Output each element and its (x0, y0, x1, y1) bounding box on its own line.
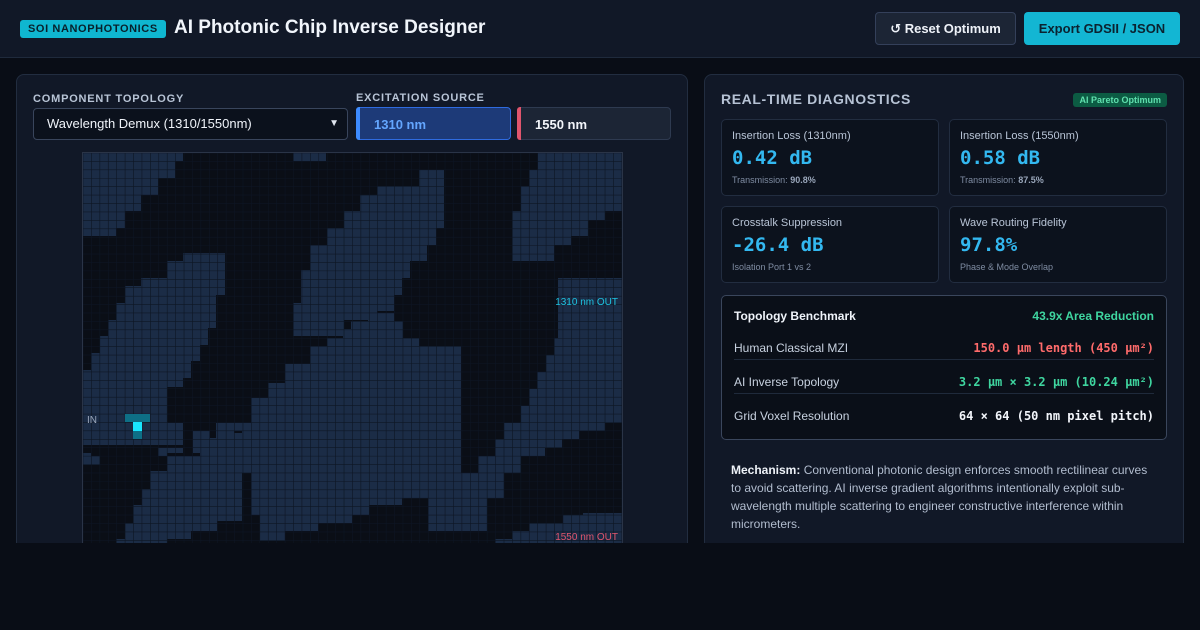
metric-sub: Transmission: 87.5% (960, 175, 1044, 185)
metric-value: -26.4 dB (732, 234, 824, 256)
metric-value: 97.8% (960, 234, 1018, 256)
topology-benchmark: Topology Benchmark 43.9x Area Reduction … (721, 295, 1167, 440)
source-1310-button[interactable]: 1310 nm (356, 107, 511, 140)
metric-label: Crosstalk Suppression (732, 217, 843, 229)
input-port-label: IN (87, 415, 97, 426)
benchmark-title: Topology Benchmark (734, 309, 856, 323)
design-panel: COMPONENT TOPOLOGY EXCITATION SOURCE Wav… (16, 74, 688, 564)
output-1550-port-label: 1550 nm OUT (555, 532, 618, 543)
metric-sub: Isolation Port 1 vs 2 (732, 262, 812, 272)
top-bar: SOI NANOPHOTONICS AI Photonic Chip Inver… (0, 0, 1200, 58)
metric-sub: Transmission: 90.8% (732, 175, 816, 185)
metric-value: 0.58 dB (960, 147, 1041, 169)
voxel-region (83, 253, 225, 445)
chevron-down-icon: ▼ (329, 118, 339, 129)
voxel-design-canvas[interactable]: IN 1310 nm OUT 1550 nm OUT (82, 152, 623, 563)
voxel-grid (83, 153, 622, 563)
topology-select-value: Wavelength Demux (1310/1550nm) (47, 116, 252, 131)
topology-label: COMPONENT TOPOLOGY (33, 93, 185, 105)
metric-label: Wave Routing Fidelity (960, 217, 1067, 229)
metric-value: 0.42 dB (732, 147, 813, 169)
mechanism-note: Mechanism: Conventional photonic design … (731, 463, 1148, 531)
benchmark-row: Grid Voxel Resolution 64 × 64 (50 nm pix… (734, 409, 1154, 423)
metric-label: Insertion Loss (1550nm) (960, 130, 1079, 142)
voxel-region (83, 153, 183, 236)
export-gdsii-json-button[interactable]: Export GDSII / JSON (1024, 12, 1180, 45)
topology-select[interactable]: Wavelength Demux (1310/1550nm) ▼ (33, 108, 348, 140)
metric-card-il-1310: Insertion Loss (1310nm) 0.42 dB Transmis… (721, 119, 939, 196)
metric-sub: Phase & Mode Overlap (960, 262, 1054, 272)
pareto-badge: AI Pareto Optimum (1073, 93, 1167, 107)
source-injection-point (133, 422, 142, 431)
voxel-region (512, 153, 622, 261)
brand-badge: SOI NANOPHOTONICS (20, 20, 166, 38)
reset-optimum-button[interactable]: ↺ Reset Optimum (875, 12, 1016, 45)
page-bottom (0, 543, 1200, 630)
diagnostics-title: REAL-TIME DIAGNOSTICS (721, 91, 911, 107)
diagnostics-panel: REAL-TIME DIAGNOSTICS AI Pareto Optimum … (704, 74, 1184, 564)
app-title: AI Photonic Chip Inverse Designer (174, 17, 486, 38)
area-reduction: 43.9x Area Reduction (1032, 309, 1154, 323)
metric-card-crosstalk: Crosstalk Suppression -26.4 dB Isolation… (721, 206, 939, 283)
metric-label: Insertion Loss (1310nm) (732, 130, 851, 142)
metric-card-il-1550: Insertion Loss (1550nm) 0.58 dB Transmis… (949, 119, 1167, 196)
voxel-region (293, 153, 326, 161)
source-1550-button[interactable]: 1550 nm (517, 107, 671, 140)
output-1310-port-label: 1310 nm OUT (555, 297, 618, 308)
benchmark-row: AI Inverse Topology 3.2 µm × 3.2 µm (10.… (734, 370, 1154, 394)
source-label: EXCITATION SOURCE (356, 92, 485, 104)
metric-card-fidelity: Wave Routing Fidelity 97.8% Phase & Mode… (949, 206, 1167, 283)
benchmark-row: Human Classical MZI 150.0 µm length (450… (734, 336, 1154, 360)
voxel-region (193, 278, 622, 541)
